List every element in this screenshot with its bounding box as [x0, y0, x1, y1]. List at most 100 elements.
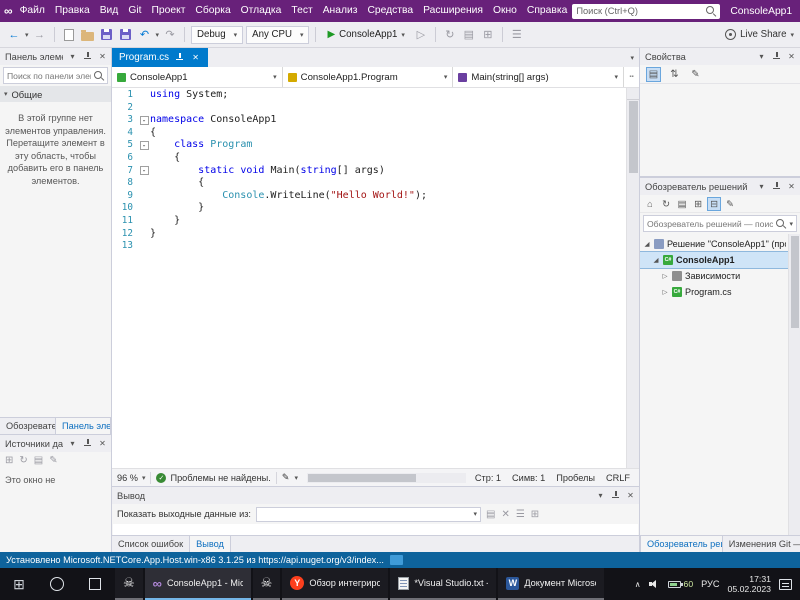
fold-toggle[interactable]: -: [138, 141, 150, 151]
tab-git-changes[interactable]: Изменения Git — п...: [723, 536, 800, 552]
menu-item-6[interactable]: Отладка: [236, 0, 287, 22]
menu-item-3[interactable]: Git: [123, 0, 146, 22]
tree-item[interactable]: ▷ C# Program.cs: [640, 284, 788, 300]
code-line[interactable]: 2: [112, 102, 626, 115]
switch-views-icon[interactable]: ⌂: [643, 197, 657, 211]
redo-icon[interactable]: ↷: [162, 26, 178, 44]
horizontal-scrollbar[interactable]: [307, 472, 466, 483]
member-dropdown[interactable]: Main(string[] args) ▾: [453, 67, 625, 87]
code-line[interactable]: 7- static void Main(string[] args): [112, 165, 626, 178]
menu-item-5[interactable]: Сборка: [190, 0, 235, 22]
fold-toggle[interactable]: -: [138, 115, 150, 125]
menu-item-0[interactable]: Файл: [15, 0, 50, 22]
project-dropdown[interactable]: ConsoleApp1 ▾: [112, 67, 283, 87]
hidden-icons-chevron-icon[interactable]: ∧: [635, 580, 641, 589]
split-window-handle[interactable]: ▪▪: [624, 67, 639, 87]
platform-dropdown[interactable]: Any CPU ▾: [246, 25, 310, 44]
tab-server-explorer[interactable]: Обозревате...: [0, 418, 55, 434]
quick-search-box[interactable]: [572, 3, 721, 19]
code-line[interactable]: 6 {: [112, 152, 626, 165]
taskbar-search-button[interactable]: [38, 568, 76, 600]
close-icon[interactable]: ✕: [97, 51, 108, 63]
fold-toggle[interactable]: -: [138, 166, 150, 176]
sync-with-active-document-icon[interactable]: ▤: [675, 197, 689, 211]
code-editor[interactable]: 1 using System; 2 3- namespace ConsoleApp1 4{…: [112, 88, 640, 468]
action-center-icon[interactable]: [779, 578, 792, 590]
expanded-icon[interactable]: ◢: [652, 256, 660, 264]
vertical-scrollbar[interactable]: [626, 88, 640, 468]
code-area[interactable]: 1 using System; 2 3- namespace ConsoleApp1 4{…: [112, 88, 626, 468]
toolbox-search-box[interactable]: [3, 67, 108, 84]
collapsed-icon[interactable]: ▷: [661, 272, 669, 280]
edit-mode-icon[interactable]: ✎: [282, 472, 290, 483]
task-view-button[interactable]: [76, 568, 114, 600]
code-line[interactable]: 11 }: [112, 215, 626, 228]
chevron-down-icon[interactable]: ▾: [295, 474, 299, 482]
menu-item-8[interactable]: Анализ: [318, 0, 363, 22]
alphabetical-view-icon[interactable]: ⇅: [667, 67, 682, 82]
undo-icon[interactable]: ↶: [137, 26, 153, 44]
show-all-files-icon[interactable]: ✎: [723, 197, 737, 211]
add-data-source-icon[interactable]: ⊞: [5, 455, 13, 466]
live-share-button[interactable]: Live Share ▾: [725, 29, 794, 40]
tab-toolbox[interactable]: Панель эле...: [55, 418, 111, 434]
scrollbar-thumb[interactable]: [791, 236, 799, 328]
find-in-files-icon[interactable]: ☰: [509, 26, 525, 44]
vertical-scrollbar[interactable]: [788, 234, 800, 535]
taskbar-window-yandex[interactable]: Y Обзор интегриров...: [282, 568, 389, 600]
zoom-dropdown[interactable]: 96 % ▾: [117, 473, 145, 483]
output-content[interactable]: [113, 524, 638, 535]
solution-search-box[interactable]: ▾: [643, 215, 797, 232]
property-pages-icon[interactable]: ✎: [688, 67, 703, 82]
close-icon[interactable]: ✕: [97, 438, 108, 450]
refresh-icon[interactable]: ↻: [19, 455, 27, 466]
menu-item-4[interactable]: Проект: [147, 0, 191, 22]
expanded-icon[interactable]: ◢: [643, 240, 651, 248]
code-line[interactable]: 9 Console.WriteLine("Hello World!");: [112, 190, 626, 203]
code-line[interactable]: 13: [112, 240, 626, 253]
type-dropdown[interactable]: ConsoleApp1.Program ▾: [283, 67, 454, 87]
line-ending-indicator[interactable]: CRLF: [606, 473, 630, 483]
menu-item-11[interactable]: Окно: [488, 0, 522, 22]
autoscroll-icon[interactable]: ⊞: [531, 509, 539, 520]
taskbar-window-word[interactable]: W Документ Microso...: [498, 568, 605, 600]
categorized-view-icon[interactable]: ▤: [646, 66, 661, 82]
chevron-down-icon[interactable]: ▾: [67, 438, 78, 450]
properties-content[interactable]: [640, 84, 800, 176]
menu-item-10[interactable]: Расширения: [418, 0, 488, 22]
tree-item[interactable]: ▷ Зависимости: [640, 268, 788, 284]
word-wrap-icon[interactable]: ☰: [516, 509, 525, 520]
tab-solution-explorer[interactable]: Обозреватель реше...: [640, 536, 723, 552]
find-message-icon[interactable]: ▤: [486, 509, 495, 520]
chevron-down-icon[interactable]: ▾: [756, 181, 767, 193]
tab-error-list[interactable]: Список ошибок: [112, 536, 189, 552]
clear-all-icon[interactable]: ✕: [501, 509, 509, 520]
chevron-down-icon[interactable]: ▾: [156, 31, 160, 39]
pin-icon[interactable]: [82, 438, 93, 450]
taskbar-window-visual-studio[interactable]: ∞ ConsoleApp1 - Mic...: [144, 568, 251, 600]
document-health-indicator[interactable]: ✓ Проблемы не найдены.: [156, 472, 271, 483]
refresh-icon[interactable]: ⊞: [691, 197, 705, 211]
scrollbar-thumb[interactable]: [629, 101, 638, 173]
quick-search-input[interactable]: [576, 6, 703, 16]
grid-icon[interactable]: ▤: [34, 455, 43, 466]
menu-item-12[interactable]: Справка: [522, 0, 572, 22]
whitespace-indicator[interactable]: Пробелы: [556, 473, 595, 483]
start-debugging-button[interactable]: ▶ ConsoleApp1 ▾: [322, 25, 409, 45]
pin-icon[interactable]: [82, 51, 93, 63]
code-line[interactable]: 10 }: [112, 202, 626, 215]
save-icon[interactable]: [99, 26, 115, 44]
document-list-chevron-icon[interactable]: ▾: [630, 54, 634, 62]
menu-item-1[interactable]: Правка: [50, 0, 95, 22]
chevron-down-icon[interactable]: ▾: [25, 31, 29, 39]
configuration-dropdown[interactable]: Debug ▾: [191, 25, 244, 44]
breakpoints-icon[interactable]: ▤: [461, 26, 477, 44]
tree-item[interactable]: ◢ C# ConsoleApp1: [640, 251, 788, 269]
toolbox-search-input[interactable]: [7, 70, 91, 81]
edit-icon[interactable]: ✎: [49, 455, 57, 466]
code-line[interactable]: 12}: [112, 228, 626, 241]
clock[interactable]: 17:31 05.02.2023: [728, 574, 771, 594]
taskbar-window-skull[interactable]: ☠: [115, 568, 143, 600]
start-button[interactable]: ⊞: [0, 568, 38, 600]
pin-icon[interactable]: [771, 181, 782, 193]
